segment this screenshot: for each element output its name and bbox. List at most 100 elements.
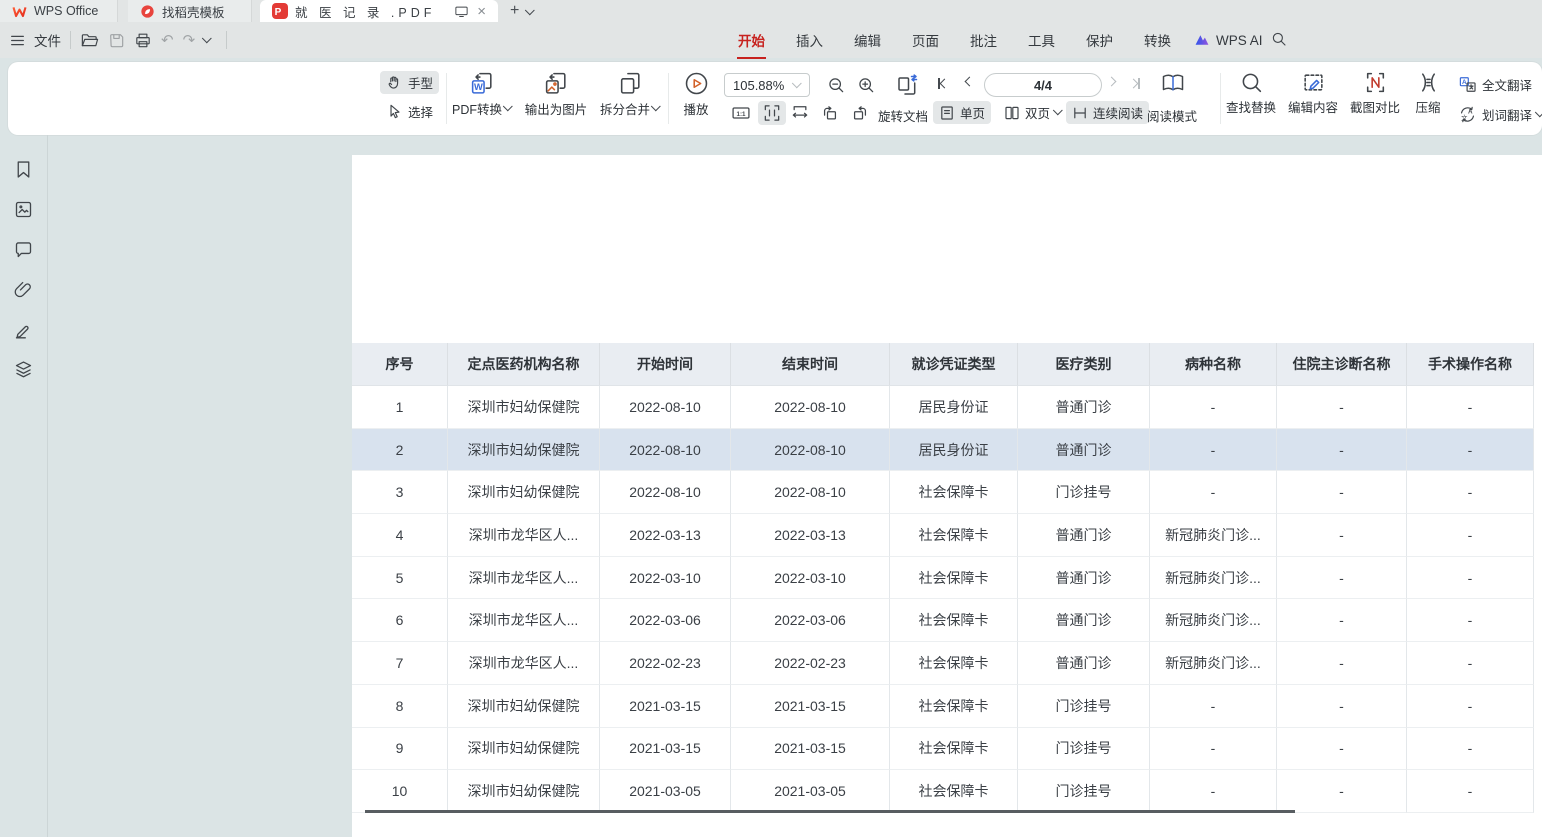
actual-size-icon[interactable]: 1:1 — [730, 103, 752, 123]
menu-convert[interactable]: 转换 — [1143, 28, 1172, 52]
zoom-level-select[interactable]: 105.88% — [724, 73, 810, 97]
table-cell: - — [1407, 642, 1534, 685]
prev-page-icon[interactable] — [966, 78, 973, 85]
column-header: 住院主诊断名称 — [1277, 343, 1407, 386]
edit-content-button[interactable]: 编辑内容 — [1282, 70, 1344, 116]
pdf-page[interactable]: 序号 定点医药机构名称 开始时间 结束时间 就诊凭证类型 医疗类别 病种名称 住… — [352, 155, 1542, 837]
print-icon[interactable] — [134, 32, 152, 49]
column-header: 序号 — [352, 343, 448, 386]
fit-width-icon[interactable] — [790, 103, 810, 123]
layers-icon[interactable] — [13, 359, 34, 380]
screenshot-compare-button[interactable]: 截图对比 — [1344, 70, 1406, 116]
table-cell: - — [1407, 599, 1534, 642]
table-cell: 社会保障卡 — [890, 471, 1018, 514]
last-page-icon[interactable] — [1130, 78, 1140, 89]
export-image-button[interactable]: 输出为图片 — [519, 70, 593, 118]
history-chevron-icon[interactable] — [202, 33, 212, 43]
table-cell: 深圳市妇幼保健院 — [448, 728, 600, 771]
rotate-left-icon[interactable] — [820, 103, 840, 123]
find-replace-button[interactable]: 查找替换 — [1220, 70, 1282, 116]
compress-button[interactable]: 压缩 — [1406, 70, 1450, 116]
table-cell: 9 — [352, 728, 448, 771]
menu-annotate[interactable]: 批注 — [969, 28, 998, 52]
tab-label: 就 医 记 录 .PDF — [295, 2, 435, 21]
monitor-icon[interactable] — [454, 5, 469, 18]
menu-page[interactable]: 页面 — [911, 28, 940, 52]
word-translate-button[interactable]: A文 划词翻译 — [1452, 103, 1542, 126]
table-cell: 社会保障卡 — [890, 685, 1018, 728]
full-translate-button[interactable]: A 全文翻译 — [1452, 73, 1538, 96]
table-row: 5深圳市龙华区人...2022-03-102022-03-10社会保障卡普通门诊… — [352, 557, 1534, 600]
play-button[interactable]: 播放 — [676, 70, 716, 118]
table-cell: - — [1407, 429, 1534, 472]
table-cell: - — [1407, 471, 1534, 514]
menu-insert[interactable]: 插入 — [795, 28, 824, 52]
first-page-icon[interactable] — [938, 78, 948, 89]
table-cell: 7 — [352, 642, 448, 685]
next-page-icon[interactable] — [1108, 78, 1115, 85]
search-icon[interactable] — [1270, 30, 1288, 48]
word-translate-icon: A文 — [1458, 105, 1477, 124]
file-menu[interactable]: 文件 — [34, 30, 61, 50]
rotate-right-icon[interactable] — [850, 103, 870, 123]
hamburger-icon[interactable] — [10, 34, 25, 47]
split-merge-label: 拆分合并 — [600, 99, 650, 118]
menu-edit[interactable]: 编辑 — [853, 28, 882, 52]
table-cell: 4 — [352, 514, 448, 557]
column-header: 结束时间 — [731, 343, 890, 386]
menu-bar: 文件 ↶ ↷ 开始 插入 编辑 页面 批注 工具 保护 转换 WPS AI — [0, 22, 1542, 58]
svg-text:A: A — [1468, 109, 1473, 116]
menu-protect[interactable]: 保护 — [1085, 28, 1114, 52]
open-folder-icon[interactable] — [80, 32, 99, 49]
table-cell: 2022-08-10 — [600, 471, 731, 514]
pdf-convert-button[interactable]: W PDF转换 — [451, 70, 513, 118]
undo-icon[interactable]: ↶ — [161, 31, 174, 49]
page-indicator-input[interactable]: 4/4 — [984, 73, 1102, 97]
menu-home[interactable]: 开始 — [737, 28, 766, 52]
rotate-doc-label[interactable]: 旋转文档 — [878, 106, 928, 125]
bookmark-icon[interactable] — [13, 159, 34, 180]
window-tab-bar: WPS Office 找稻壳模板 P 就 医 记 录 .PDF × + — [0, 0, 1542, 22]
table-cell: - — [1277, 557, 1407, 600]
read-mode-label[interactable]: 阅读模式 — [1147, 106, 1197, 125]
ribbon-toolbar: 手型 选择 W PDF转换 输出为图片 拆分合并 播放 105.88% — [8, 62, 1542, 135]
continuous-read-label: 连续阅读 — [1093, 103, 1143, 122]
comment-icon[interactable] — [13, 239, 34, 260]
tab-docer-templates[interactable]: 找稻壳模板 — [128, 0, 252, 22]
redo-icon[interactable]: ↷ — [183, 31, 196, 49]
hand-tool-button[interactable]: 手型 — [380, 71, 439, 94]
tab-wps-office[interactable]: WPS Office — [0, 0, 118, 22]
replace-pages-icon[interactable] — [896, 73, 920, 97]
thumbnails-icon[interactable] — [13, 199, 34, 220]
table-cell: - — [1150, 685, 1277, 728]
single-page-label: 单页 — [960, 103, 985, 122]
table-cell: 社会保障卡 — [890, 599, 1018, 642]
save-icon[interactable] — [108, 32, 125, 49]
signature-icon[interactable] — [13, 319, 34, 340]
zoom-in-icon[interactable] — [856, 75, 876, 95]
new-tab-button[interactable]: + — [510, 2, 519, 20]
tab-medical-record-pdf[interactable]: P 就 医 记 录 .PDF × — [260, 0, 498, 22]
double-page-button[interactable]: 双页 — [998, 101, 1068, 124]
menu-tools[interactable]: 工具 — [1027, 28, 1056, 52]
table-cell: - — [1277, 386, 1407, 429]
svg-text:P: P — [275, 7, 286, 18]
split-merge-button[interactable]: 拆分合并 — [596, 70, 664, 118]
table-cell: 新冠肺炎门诊... — [1150, 557, 1277, 600]
table-cell: 普通门诊 — [1018, 386, 1150, 429]
table-cell: 10 — [352, 770, 448, 813]
read-mode-icon[interactable] — [1160, 70, 1186, 96]
wps-ai-menu[interactable]: WPS AI — [1194, 22, 1263, 58]
table-cell: 普通门诊 — [1018, 599, 1150, 642]
single-page-button[interactable]: 单页 — [933, 101, 991, 124]
wps-ai-label: WPS AI — [1216, 33, 1263, 48]
find-replace-label: 查找替换 — [1226, 97, 1276, 116]
continuous-read-button[interactable]: 连续阅读 — [1066, 101, 1149, 124]
close-tab-icon[interactable]: × — [477, 3, 486, 20]
fit-page-icon[interactable] — [758, 101, 786, 125]
table-cell: 2021-03-15 — [600, 728, 731, 771]
tab-list-chevron-icon[interactable] — [525, 5, 535, 15]
select-tool-button[interactable]: 选择 — [380, 100, 439, 123]
zoom-out-icon[interactable] — [826, 75, 846, 95]
attachment-icon[interactable] — [13, 279, 34, 300]
